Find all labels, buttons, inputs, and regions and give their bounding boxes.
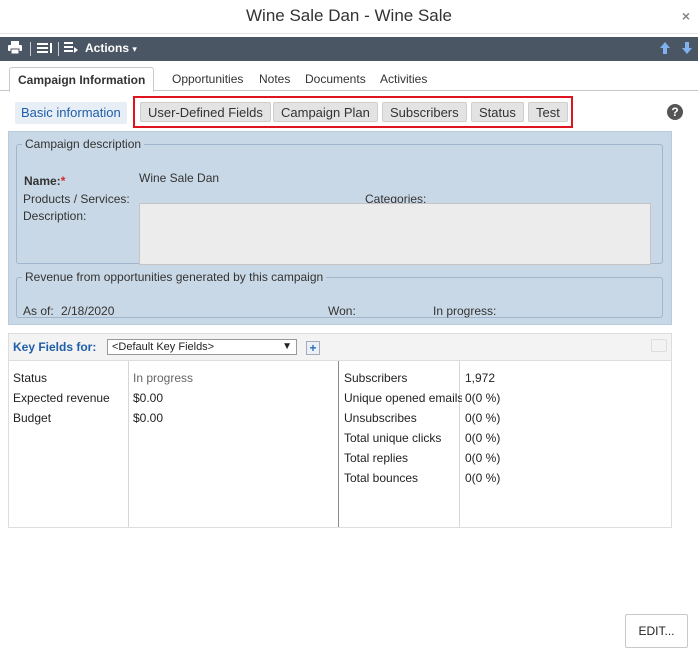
revenue-group: Revenue from opportunities generated by … (16, 270, 663, 318)
main-tabs: Campaign Information Opportunities Notes… (0, 67, 698, 92)
list-icon[interactable] (37, 41, 53, 57)
subtab-status[interactable]: Status (471, 102, 524, 122)
tab-documents[interactable]: Documents (297, 67, 374, 91)
kf-label-unique-opened-emails: Unique opened emails (344, 391, 462, 405)
kf-value-subscribers: 1,972 (465, 371, 496, 385)
actions-menu-icon[interactable] (64, 41, 78, 57)
revenue-legend: Revenue from opportunities generated by … (25, 270, 324, 284)
key-fields-bar: Key Fields for: <Default Key Fields> ▼ + (8, 333, 672, 361)
kf-value-total-bounces: 0(0 %) (465, 471, 501, 485)
kf-label-total-bounces: Total bounces (344, 471, 419, 485)
toolbar-separator (30, 42, 31, 56)
kf-value-expected-revenue: $0.00 (133, 391, 164, 405)
campaign-description-legend: Campaign description (25, 137, 142, 151)
campaign-description-group: Campaign description Name:* Wine Sale Da… (16, 137, 663, 265)
edit-button[interactable]: EDIT... (625, 614, 688, 648)
kf-value-total-unique-clicks: 0(0 %) (465, 431, 501, 445)
panel-toggle-icon[interactable] (651, 339, 667, 352)
subtab-basic-information[interactable]: Basic information (15, 102, 127, 124)
tab-activities[interactable]: Activities (372, 67, 435, 91)
kf-label-total-unique-clicks: Total unique clicks (344, 431, 442, 445)
tab-campaign-information[interactable]: Campaign Information (9, 67, 155, 92)
kf-label-subscribers: Subscribers (344, 371, 408, 385)
subtab-campaign-plan[interactable]: Campaign Plan (273, 102, 378, 122)
kf-label-total-replies: Total replies (344, 451, 409, 465)
as-of-label: As of: (23, 304, 54, 318)
print-icon[interactable] (8, 41, 22, 57)
column-divider (459, 361, 460, 527)
arrow-up-icon[interactable] (660, 42, 670, 57)
subtab-subscribers[interactable]: Subscribers (382, 102, 467, 122)
subtab-test[interactable]: Test (528, 102, 568, 122)
basic-information-panel: Campaign description Name:* Wine Sale Da… (8, 131, 672, 325)
title-bar: Wine Sale Dan - Wine Sale × (0, 0, 698, 34)
close-icon[interactable]: × (682, 8, 690, 24)
description-field[interactable] (139, 203, 651, 265)
column-divider (128, 361, 129, 527)
key-fields-select[interactable]: <Default Key Fields> ▼ (107, 339, 297, 355)
kf-value-status: In progress (133, 371, 194, 385)
kf-value-unique-opened-emails: 0(0 %) (465, 391, 501, 405)
subtab-user-defined-fields[interactable]: User-Defined Fields (140, 102, 271, 122)
toolbar: Actions ▾ (0, 37, 698, 61)
add-key-field-button[interactable]: + (306, 341, 320, 355)
name-label-text: Name: (24, 174, 61, 188)
key-fields-table: Status In progress Expected revenue $0.0… (8, 361, 672, 528)
kf-value-total-replies: 0(0 %) (465, 451, 501, 465)
description-label: Description: (23, 209, 87, 223)
actions-menu[interactable]: Actions ▾ (85, 41, 137, 55)
kf-label-expected-revenue: Expected revenue (13, 391, 110, 405)
kf-label-budget: Budget (13, 411, 52, 425)
kf-value-unsubscribes: 0(0 %) (465, 411, 501, 425)
dropdown-arrow-icon: ▼ (282, 341, 292, 352)
name-label: Name:* (24, 174, 65, 188)
won-label: Won: (328, 304, 356, 318)
chevron-down-icon: ▾ (132, 44, 137, 54)
toolbar-separator (58, 42, 59, 56)
in-progress-label: In progress: (433, 304, 497, 318)
key-fields-label: Key Fields for: (13, 340, 97, 354)
column-divider (338, 361, 339, 527)
help-icon[interactable]: ? (667, 104, 683, 120)
tab-opportunities[interactable]: Opportunities (164, 67, 251, 91)
tab-notes[interactable]: Notes (251, 67, 298, 91)
kf-label-unsubscribes: Unsubscribes (344, 411, 417, 425)
arrow-down-icon[interactable] (682, 42, 692, 57)
required-mark: * (60, 174, 66, 188)
name-value[interactable]: Wine Sale Dan (139, 171, 219, 185)
window-title: Wine Sale Dan - Wine Sale (246, 6, 452, 25)
kf-value-budget: $0.00 (133, 411, 164, 425)
key-fields-select-value: <Default Key Fields> (112, 341, 215, 353)
actions-label: Actions (85, 41, 130, 55)
products-services-label: Products / Services: (23, 192, 130, 206)
as-of-value: 2/18/2020 (61, 304, 115, 318)
kf-label-status: Status (13, 371, 48, 385)
